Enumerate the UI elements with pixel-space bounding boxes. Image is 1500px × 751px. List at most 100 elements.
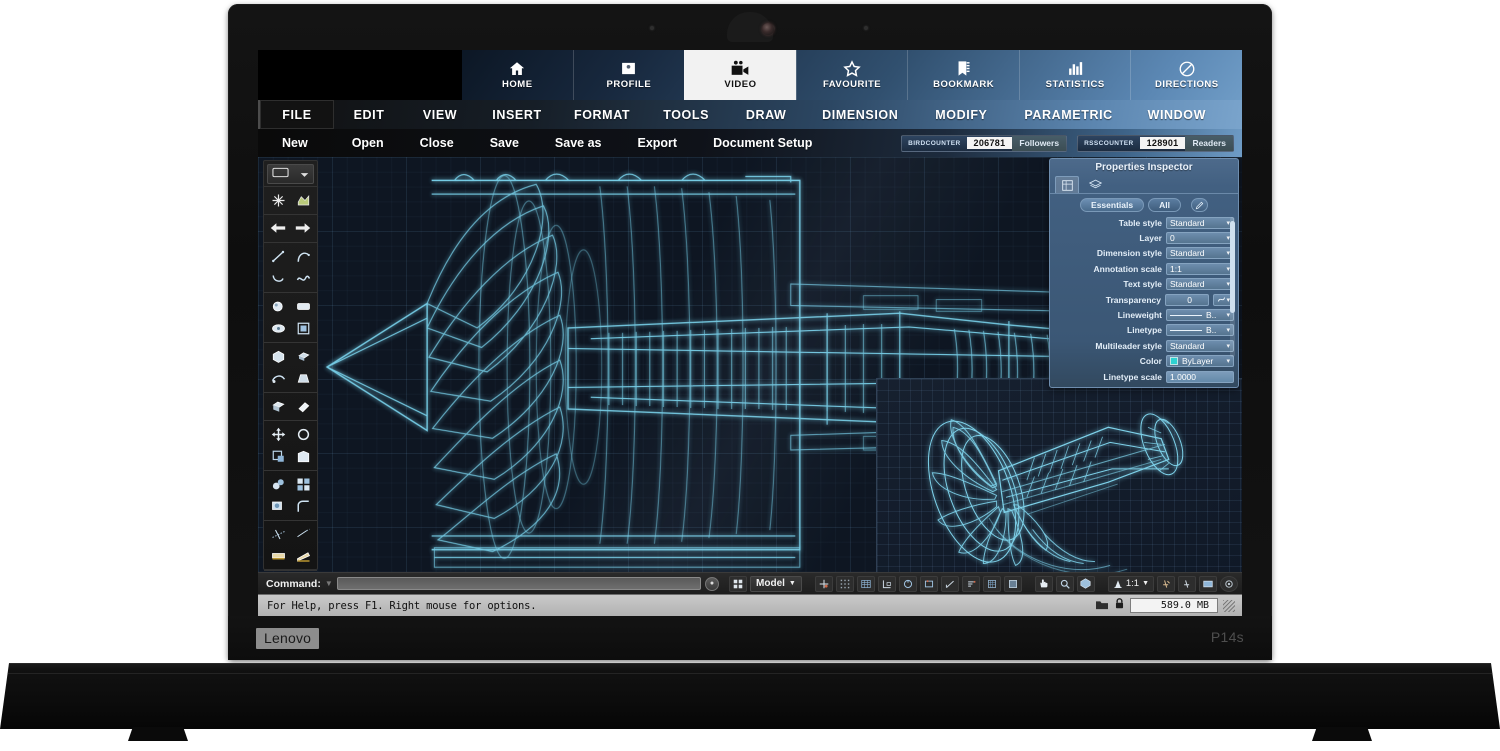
menu-item-draw[interactable]: DRAW xyxy=(726,100,806,129)
properties-inspector-panel[interactable]: Properties Inspector Essentials All xyxy=(1049,158,1239,388)
fillet-icon[interactable] xyxy=(292,496,315,516)
ribbon-tab-home[interactable]: HOME xyxy=(462,50,573,100)
ribbon-tab-directions[interactable]: DIRECTIONS xyxy=(1130,50,1242,100)
resize-grip-icon[interactable] xyxy=(1223,600,1235,612)
workspace-icon[interactable] xyxy=(1199,576,1217,592)
history-icon[interactable]: ● xyxy=(705,577,719,591)
extrude-icon[interactable] xyxy=(292,346,315,366)
model-space-selector[interactable]: Model ▼ xyxy=(750,576,802,592)
menu-item-edit[interactable]: EDIT xyxy=(334,100,404,129)
ellipse-icon[interactable] xyxy=(267,318,290,338)
object-snap-icon[interactable] xyxy=(815,576,833,592)
zoom-icon[interactable] xyxy=(1056,576,1074,592)
transparency-status-icon[interactable] xyxy=(962,576,980,592)
submenu-item-close[interactable]: Close xyxy=(398,136,468,150)
arrow-right-icon[interactable] xyxy=(292,218,315,238)
property-value-select[interactable]: Standard▾ xyxy=(1166,247,1234,259)
property-value-select[interactable]: Standard▾ xyxy=(1166,278,1234,290)
gradient-icon[interactable] xyxy=(292,546,315,566)
rectangle-icon[interactable] xyxy=(292,296,315,316)
menu-item-view[interactable]: VIEW xyxy=(404,100,476,129)
menu-item-window[interactable]: WINDOW xyxy=(1129,100,1225,129)
submenu-item-save[interactable]: Save xyxy=(468,136,533,150)
scale-icon[interactable] xyxy=(267,446,290,466)
menu-item-format[interactable]: FORMAT xyxy=(558,100,646,129)
table-properties-icon[interactable] xyxy=(1055,176,1079,193)
property-value-color[interactable]: ByLayer ▾ xyxy=(1166,355,1234,367)
isometric-view-panel[interactable] xyxy=(876,378,1242,572)
submenu-item-document-setup[interactable]: Document Setup xyxy=(691,136,826,150)
chevron-down-icon[interactable] xyxy=(300,165,309,183)
arc-icon[interactable] xyxy=(292,246,315,266)
chevron-down-icon[interactable]: ▼ xyxy=(325,579,333,588)
submenu-item-export[interactable]: Export xyxy=(615,136,691,150)
menu-item-file[interactable]: FILE xyxy=(258,100,334,129)
tool-palette-header[interactable] xyxy=(267,164,314,184)
offset-icon[interactable] xyxy=(267,496,290,516)
extend-icon[interactable] xyxy=(292,524,315,544)
menu-item-dimension[interactable]: DIMENSION xyxy=(806,100,914,129)
ducs-icon[interactable] xyxy=(899,576,917,592)
selection-cycling-icon[interactable] xyxy=(1004,576,1022,592)
ribbon-tab-bookmark[interactable]: BOOKMARK xyxy=(907,50,1019,100)
annotation-sync-icon[interactable] xyxy=(1178,576,1196,592)
quick-properties-icon[interactable] xyxy=(983,576,1001,592)
layers-icon[interactable] xyxy=(1083,176,1107,193)
line-icon[interactable] xyxy=(267,246,290,266)
submenu-item-new[interactable]: New xyxy=(258,136,322,150)
array-icon[interactable] xyxy=(292,474,315,494)
menu-item-tools[interactable]: TOOLS xyxy=(646,100,726,129)
menu-item-insert[interactable]: INSERT xyxy=(476,100,558,129)
region-icon[interactable] xyxy=(292,190,315,210)
command-input[interactable] xyxy=(337,577,701,590)
rss-counter[interactable]: RSSCOUNTER 128901 Readers xyxy=(1077,135,1234,152)
properties-scroll-thumb[interactable] xyxy=(1230,221,1235,313)
tool-palette[interactable] xyxy=(263,160,318,570)
filter-all[interactable]: All xyxy=(1148,198,1181,212)
arrow-left-icon[interactable] xyxy=(267,218,290,238)
point-icon[interactable] xyxy=(267,190,290,210)
property-value-text[interactable]: 1.0000 xyxy=(1166,371,1234,383)
otrack-icon[interactable] xyxy=(878,576,896,592)
bird-counter[interactable]: BIRDCOUNTER 206781 Followers xyxy=(901,135,1067,152)
property-value-select[interactable]: Standard▾ xyxy=(1166,217,1234,229)
ortho-icon[interactable] xyxy=(857,576,875,592)
filter-essentials[interactable]: Essentials xyxy=(1080,198,1144,212)
erase-icon[interactable] xyxy=(292,396,315,416)
steering-wheel-icon[interactable] xyxy=(1077,576,1095,592)
menu-item-parametric[interactable]: PARAMETRIC xyxy=(1008,100,1128,129)
lock-icon[interactable] xyxy=(1114,597,1125,615)
lineweight-icon[interactable] xyxy=(941,576,959,592)
pencil-icon[interactable] xyxy=(1191,198,1208,212)
toolbar-lock-open-icon[interactable] xyxy=(1095,597,1109,615)
property-value-select[interactable]: Standard▾ xyxy=(1166,340,1234,352)
rotate-icon[interactable] xyxy=(292,424,315,444)
dyn-icon[interactable] xyxy=(920,576,938,592)
circle-icon[interactable] xyxy=(267,296,290,316)
menu-item-modify[interactable]: MODIFY xyxy=(914,100,1008,129)
property-value-select[interactable]: 0▾ xyxy=(1166,232,1234,244)
property-value-select[interactable]: 1:1▾ xyxy=(1166,263,1234,275)
spline-icon[interactable] xyxy=(292,268,315,288)
pan-icon[interactable] xyxy=(1035,576,1053,592)
copy-icon[interactable] xyxy=(267,474,290,494)
ribbon-tab-statistics[interactable]: STATISTICS xyxy=(1019,50,1131,100)
ribbon-tab-favourite[interactable]: FAVOURITE xyxy=(796,50,908,100)
property-value-number[interactable]: 0 xyxy=(1165,294,1209,306)
sweep-icon[interactable] xyxy=(267,368,290,388)
mirror-icon[interactable] xyxy=(292,446,315,466)
block-icon[interactable] xyxy=(292,318,315,338)
polyline-icon[interactable] xyxy=(267,268,290,288)
3d-solid-icon[interactable] xyxy=(267,346,290,366)
loft-icon[interactable] xyxy=(292,368,315,388)
drawing-canvas[interactable]: Properties Inspector Essentials All xyxy=(258,157,1242,572)
submenu-item-save-as[interactable]: Save as xyxy=(533,136,616,150)
properties-scrollbar[interactable] xyxy=(1230,217,1235,357)
hatch-icon[interactable] xyxy=(267,546,290,566)
box-icon[interactable] xyxy=(267,396,290,416)
submenu-item-open[interactable]: Open xyxy=(322,136,398,150)
property-value-lineweight[interactable]: B.. ▾ xyxy=(1166,309,1234,321)
polar-tracking-icon[interactable] xyxy=(836,576,854,592)
property-value-linetype[interactable]: B.. ▾ xyxy=(1166,324,1234,336)
ribbon-tab-profile[interactable]: PROFILE xyxy=(573,50,685,100)
